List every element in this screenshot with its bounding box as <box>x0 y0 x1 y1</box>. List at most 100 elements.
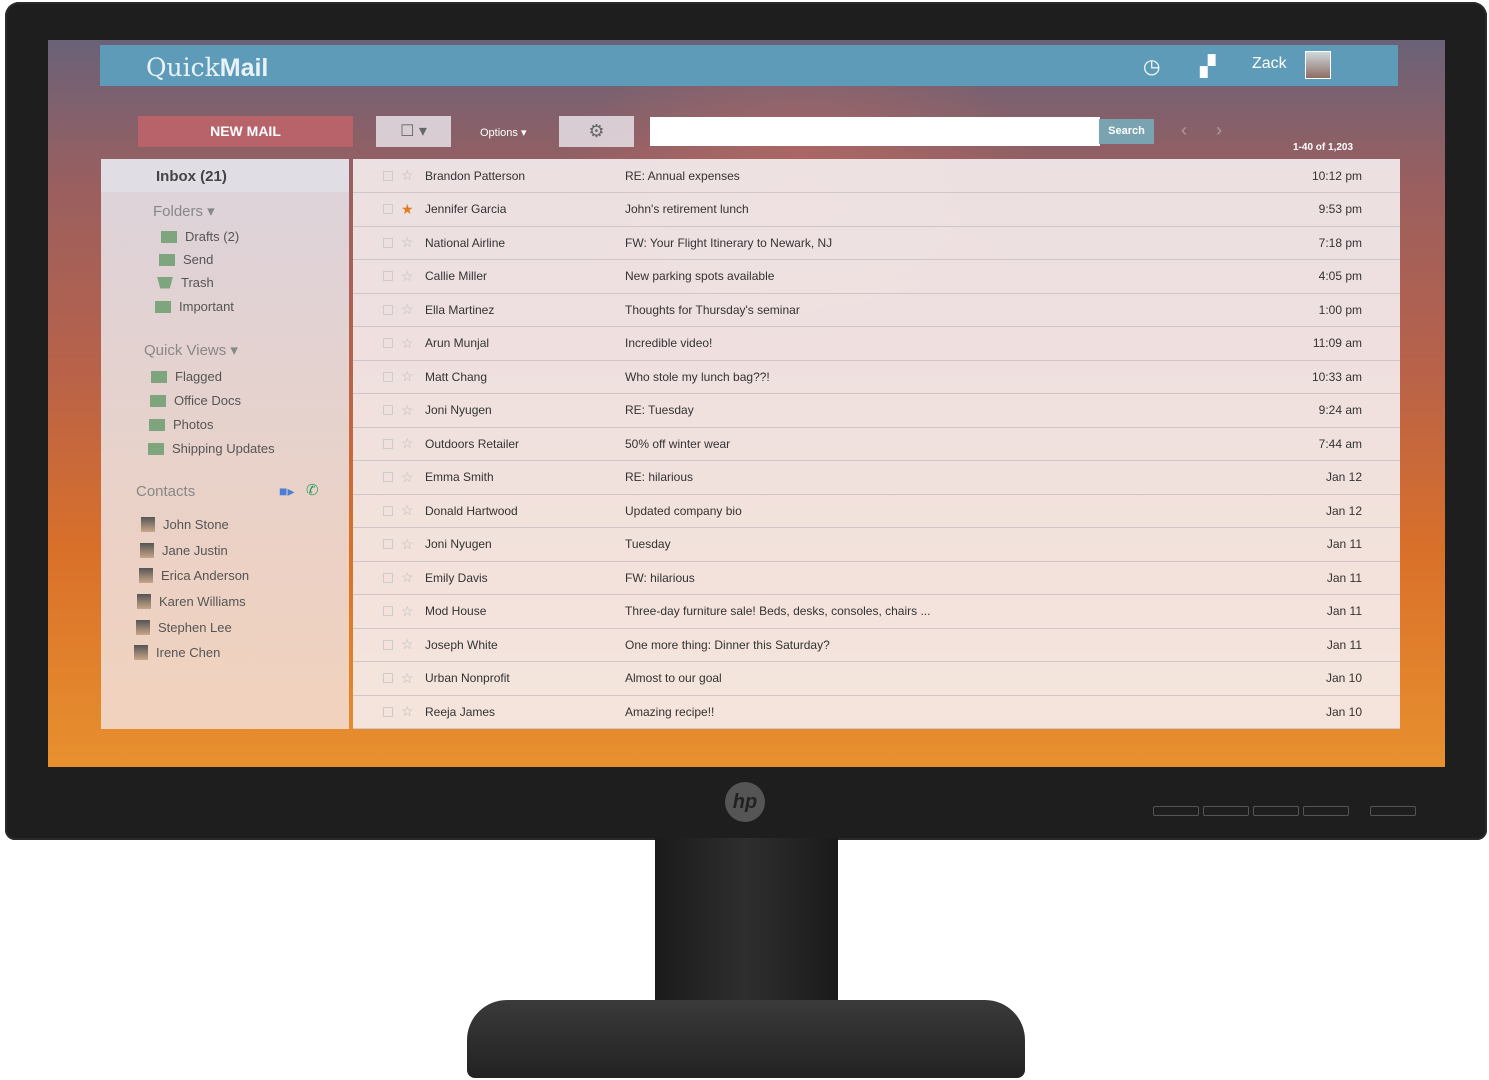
email-time: Jan 11 <box>1326 637 1362 652</box>
star-icon[interactable]: ☆ <box>401 670 419 687</box>
next-page-icon[interactable]: › <box>1216 120 1222 141</box>
email-checkbox[interactable] <box>383 371 393 382</box>
sidebar-item-send[interactable]: Send <box>159 252 213 267</box>
search-input[interactable] <box>650 117 1100 146</box>
star-icon[interactable]: ☆ <box>401 502 419 519</box>
select-all-dropdown[interactable]: ☐ ▾ <box>376 116 451 147</box>
email-row[interactable]: ☆ Arun Munjal Incredible video! 11:09 am <box>353 327 1400 361</box>
sidebar-item-important[interactable]: Important <box>155 299 234 314</box>
contact-item[interactable]: Erica Anderson <box>139 568 249 583</box>
email-row[interactable]: ☆ Outdoors Retailer 50% off winter wear … <box>353 427 1400 461</box>
email-row[interactable]: ☆ Joseph White One more thing: Dinner th… <box>353 628 1400 662</box>
email-row[interactable]: ☆ Callie Miller New parking spots availa… <box>353 260 1400 294</box>
email-row[interactable]: ☆ Emma Smith RE: hilarious Jan 12 <box>353 461 1400 495</box>
new-mail-button[interactable]: NEW MAIL <box>138 116 353 147</box>
email-time: Jan 12 <box>1325 470 1362 484</box>
email-row[interactable]: ☆ Brandon Patterson RE: Annual expenses … <box>353 159 1400 193</box>
folders-header[interactable]: Folders ▾ <box>153 202 215 220</box>
contact-item[interactable]: Irene Chen <box>134 645 220 660</box>
email-checkbox[interactable] <box>383 472 393 482</box>
email-checkbox[interactable] <box>383 237 393 248</box>
video-call-icon[interactable]: ■▸ <box>279 483 294 500</box>
sidebar-item-inbox[interactable]: Inbox (21) <box>101 159 349 192</box>
star-icon[interactable]: ☆ <box>401 603 419 620</box>
monitor-button[interactable] <box>1303 806 1349 816</box>
star-icon[interactable]: ☆ <box>401 234 419 251</box>
contact-item[interactable]: John Stone <box>141 517 229 532</box>
email-checkbox[interactable] <box>383 606 393 616</box>
monitor-stand-neck <box>655 838 838 1008</box>
notifications-icon[interactable]: ◷ <box>1143 54 1160 79</box>
star-icon[interactable]: ☆ <box>401 301 419 318</box>
email-row[interactable]: ☆ Mod House Three-day furniture sale! Be… <box>353 595 1400 629</box>
sidebar-item-office-docs[interactable]: Office Docs <box>150 393 241 408</box>
star-icon[interactable]: ☆ <box>401 435 419 452</box>
folder-icon <box>150 394 166 407</box>
email-checkbox[interactable] <box>383 338 393 348</box>
email-checkbox[interactable] <box>383 706 393 717</box>
email-row[interactable]: ★ Jennifer Garcia John's retirement lunc… <box>353 193 1400 227</box>
settings-button[interactable]: ⚙ <box>559 116 634 147</box>
sidebar-item-flagged[interactable]: Flagged <box>151 369 222 384</box>
apps-grid-icon[interactable]: ▞ <box>1200 54 1215 79</box>
email-checkbox[interactable] <box>383 505 393 516</box>
quick-views-header[interactable]: Quick Views ▾ <box>144 341 238 359</box>
star-icon[interactable]: ☆ <box>401 402 419 419</box>
email-subject: Who stole my lunch bag??! <box>625 369 770 384</box>
email-checkbox[interactable] <box>383 639 393 650</box>
app-logo[interactable]: QuickMail <box>146 53 268 83</box>
contact-avatar <box>137 594 151 609</box>
email-row[interactable]: ☆ Matt Chang Who stole my lunch bag??! 1… <box>353 360 1400 394</box>
contact-item[interactable]: Karen Williams <box>137 594 246 609</box>
prev-page-icon[interactable]: ‹ <box>1181 120 1187 141</box>
email-sender: Brandon Patterson <box>425 168 526 183</box>
star-icon[interactable]: ☆ <box>401 335 419 352</box>
sidebar-item-trash[interactable]: Trash <box>157 275 214 290</box>
phone-icon[interactable]: ✆ <box>306 481 319 499</box>
star-icon[interactable]: ☆ <box>401 268 419 285</box>
sidebar-item-drafts[interactable]: Drafts (2) <box>161 229 239 244</box>
contact-item[interactable]: Jane Justin <box>140 543 228 558</box>
email-time: Jan 10 <box>1325 671 1362 685</box>
email-row[interactable]: ☆ Ella Martinez Thoughts for Thursday's … <box>353 293 1400 327</box>
email-row[interactable]: ☆ Urban Nonprofit Almost to our goal Jan… <box>353 662 1400 696</box>
email-subject: Almost to our goal <box>625 671 722 685</box>
avatar[interactable] <box>1305 51 1331 79</box>
email-checkbox[interactable] <box>383 304 393 315</box>
star-icon[interactable]: ☆ <box>401 569 419 586</box>
options-dropdown[interactable]: Options ▾ <box>480 126 527 139</box>
email-subject: FW: hilarious <box>625 570 695 585</box>
star-icon[interactable]: ☆ <box>401 536 419 553</box>
star-icon[interactable]: ★ <box>401 201 419 218</box>
user-name[interactable]: Zack <box>1252 55 1287 73</box>
star-icon[interactable]: ☆ <box>401 368 419 385</box>
monitor-button[interactable] <box>1253 806 1299 816</box>
email-row[interactable]: ☆ Joni Nyugen Tuesday Jan 11 <box>353 528 1400 562</box>
email-row[interactable]: ☆ National Airline FW: Your Flight Itine… <box>353 226 1400 260</box>
email-checkbox[interactable] <box>383 539 393 549</box>
star-icon[interactable]: ☆ <box>401 636 419 653</box>
email-row[interactable]: ☆ Donald Hartwood Updated company bio Ja… <box>353 494 1400 528</box>
email-row[interactable]: ☆ Reeja James Amazing recipe!! Jan 10 <box>353 695 1400 729</box>
contact-item[interactable]: Stephen Lee <box>136 620 232 635</box>
monitor-button[interactable] <box>1153 806 1199 816</box>
email-checkbox[interactable] <box>383 405 393 415</box>
email-checkbox[interactable] <box>383 204 393 214</box>
email-row[interactable]: ☆ Joni Nyugen RE: Tuesday 9:24 am <box>353 394 1400 428</box>
email-sender: Ella Martinez <box>425 302 495 317</box>
star-icon[interactable]: ☆ <box>401 469 419 486</box>
sidebar-item-photos[interactable]: Photos <box>149 417 213 432</box>
monitor-button[interactable] <box>1203 806 1249 816</box>
email-checkbox[interactable] <box>383 673 393 683</box>
email-checkbox[interactable] <box>383 170 393 181</box>
email-checkbox[interactable] <box>383 438 393 449</box>
star-icon[interactable]: ☆ <box>401 703 419 720</box>
email-checkbox[interactable] <box>383 271 393 281</box>
power-button[interactable] <box>1370 806 1416 816</box>
email-row[interactable]: ☆ Emily Davis FW: hilarious Jan 11 <box>353 561 1400 595</box>
star-icon[interactable]: ☆ <box>401 167 419 184</box>
email-checkbox[interactable] <box>383 572 393 583</box>
search-button[interactable]: Search <box>1099 119 1154 144</box>
sidebar-item-shipping-updates[interactable]: Shipping Updates <box>148 441 275 456</box>
email-sender: Matt Chang <box>425 369 488 384</box>
